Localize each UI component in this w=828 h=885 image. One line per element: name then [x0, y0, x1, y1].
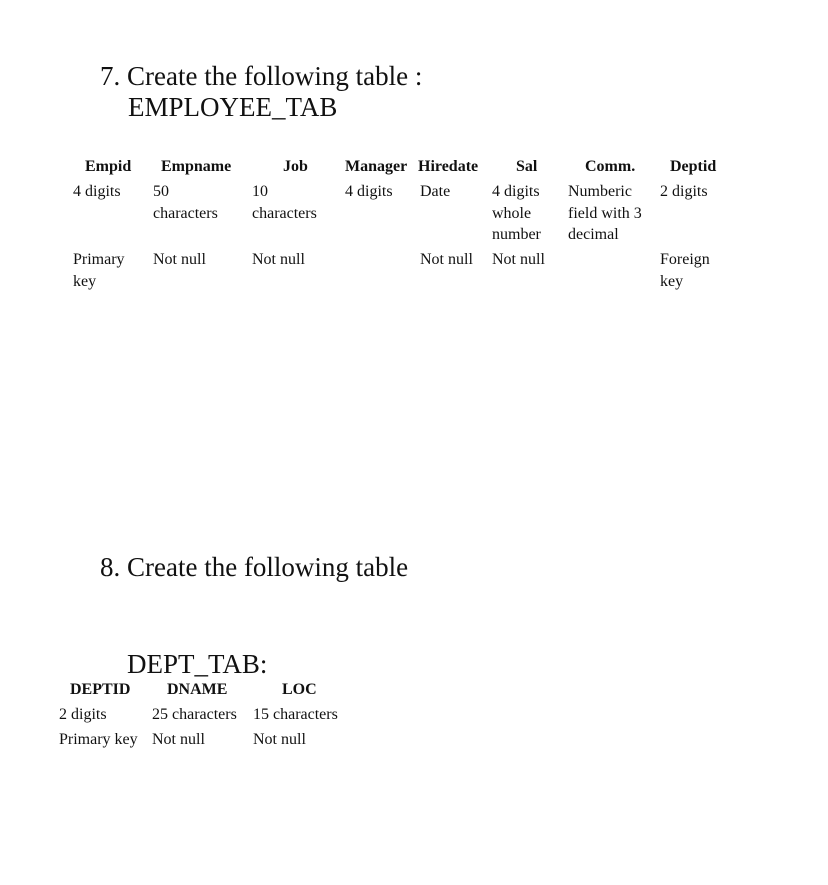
dept-header-dname: DNAME [167, 681, 228, 698]
employee-constraint-hiredate: Not null [420, 251, 473, 268]
employee-type-sal: 4 digits whole number [492, 183, 541, 243]
employee-type-job: 10 characters [252, 183, 317, 222]
dept-constraint-loc: Not null [253, 731, 306, 748]
dept-type-loc: 15 characters [253, 706, 338, 723]
employee-type-manager: 4 digits [345, 183, 393, 200]
dept-header-deptid: DEPTID [70, 681, 131, 698]
dept-constraint-dname: Not null [152, 731, 205, 748]
employee-constraint-empname: Not null [153, 251, 206, 268]
employee-constraint-job: Not null [252, 251, 305, 268]
dept-type-dname: 25 characters [152, 706, 237, 723]
employee-header-comm: Comm. [585, 158, 636, 175]
dept-constraint-deptid: Primary key [59, 731, 138, 748]
employee-constraint-empid: Primary key [73, 251, 125, 290]
employee-header-deptid: Deptid [670, 158, 717, 175]
employee-header-sal: Sal [516, 158, 538, 175]
employee-header-empid: Empid [85, 158, 132, 175]
question-7-heading: 7. Create the following table : [100, 61, 423, 91]
employee-table-name: EMPLOYEE_TAB [128, 92, 338, 122]
dept-header-loc: LOC [282, 681, 317, 698]
employee-header-job: Job [283, 158, 308, 175]
employee-constraint-deptid: Foreign key [660, 251, 710, 290]
employee-header-hiredate: Hiredate [418, 158, 479, 175]
employee-type-comm: Numberic field with 3 decimal [568, 183, 642, 243]
employee-type-hiredate: Date [420, 183, 451, 200]
employee-header-manager: Manager [345, 158, 408, 175]
employee-constraint-sal: Not null [492, 251, 545, 268]
employee-type-empname: 50 characters [153, 183, 218, 222]
dept-type-deptid: 2 digits [59, 706, 107, 723]
employee-header-empname: Empname [161, 158, 232, 175]
employee-type-deptid: 2 digits [660, 183, 708, 200]
employee-type-empid: 4 digits [73, 183, 121, 200]
dept-table-name: DEPT_TAB: [127, 649, 268, 679]
question-8-heading: 8. Create the following table [100, 552, 409, 582]
